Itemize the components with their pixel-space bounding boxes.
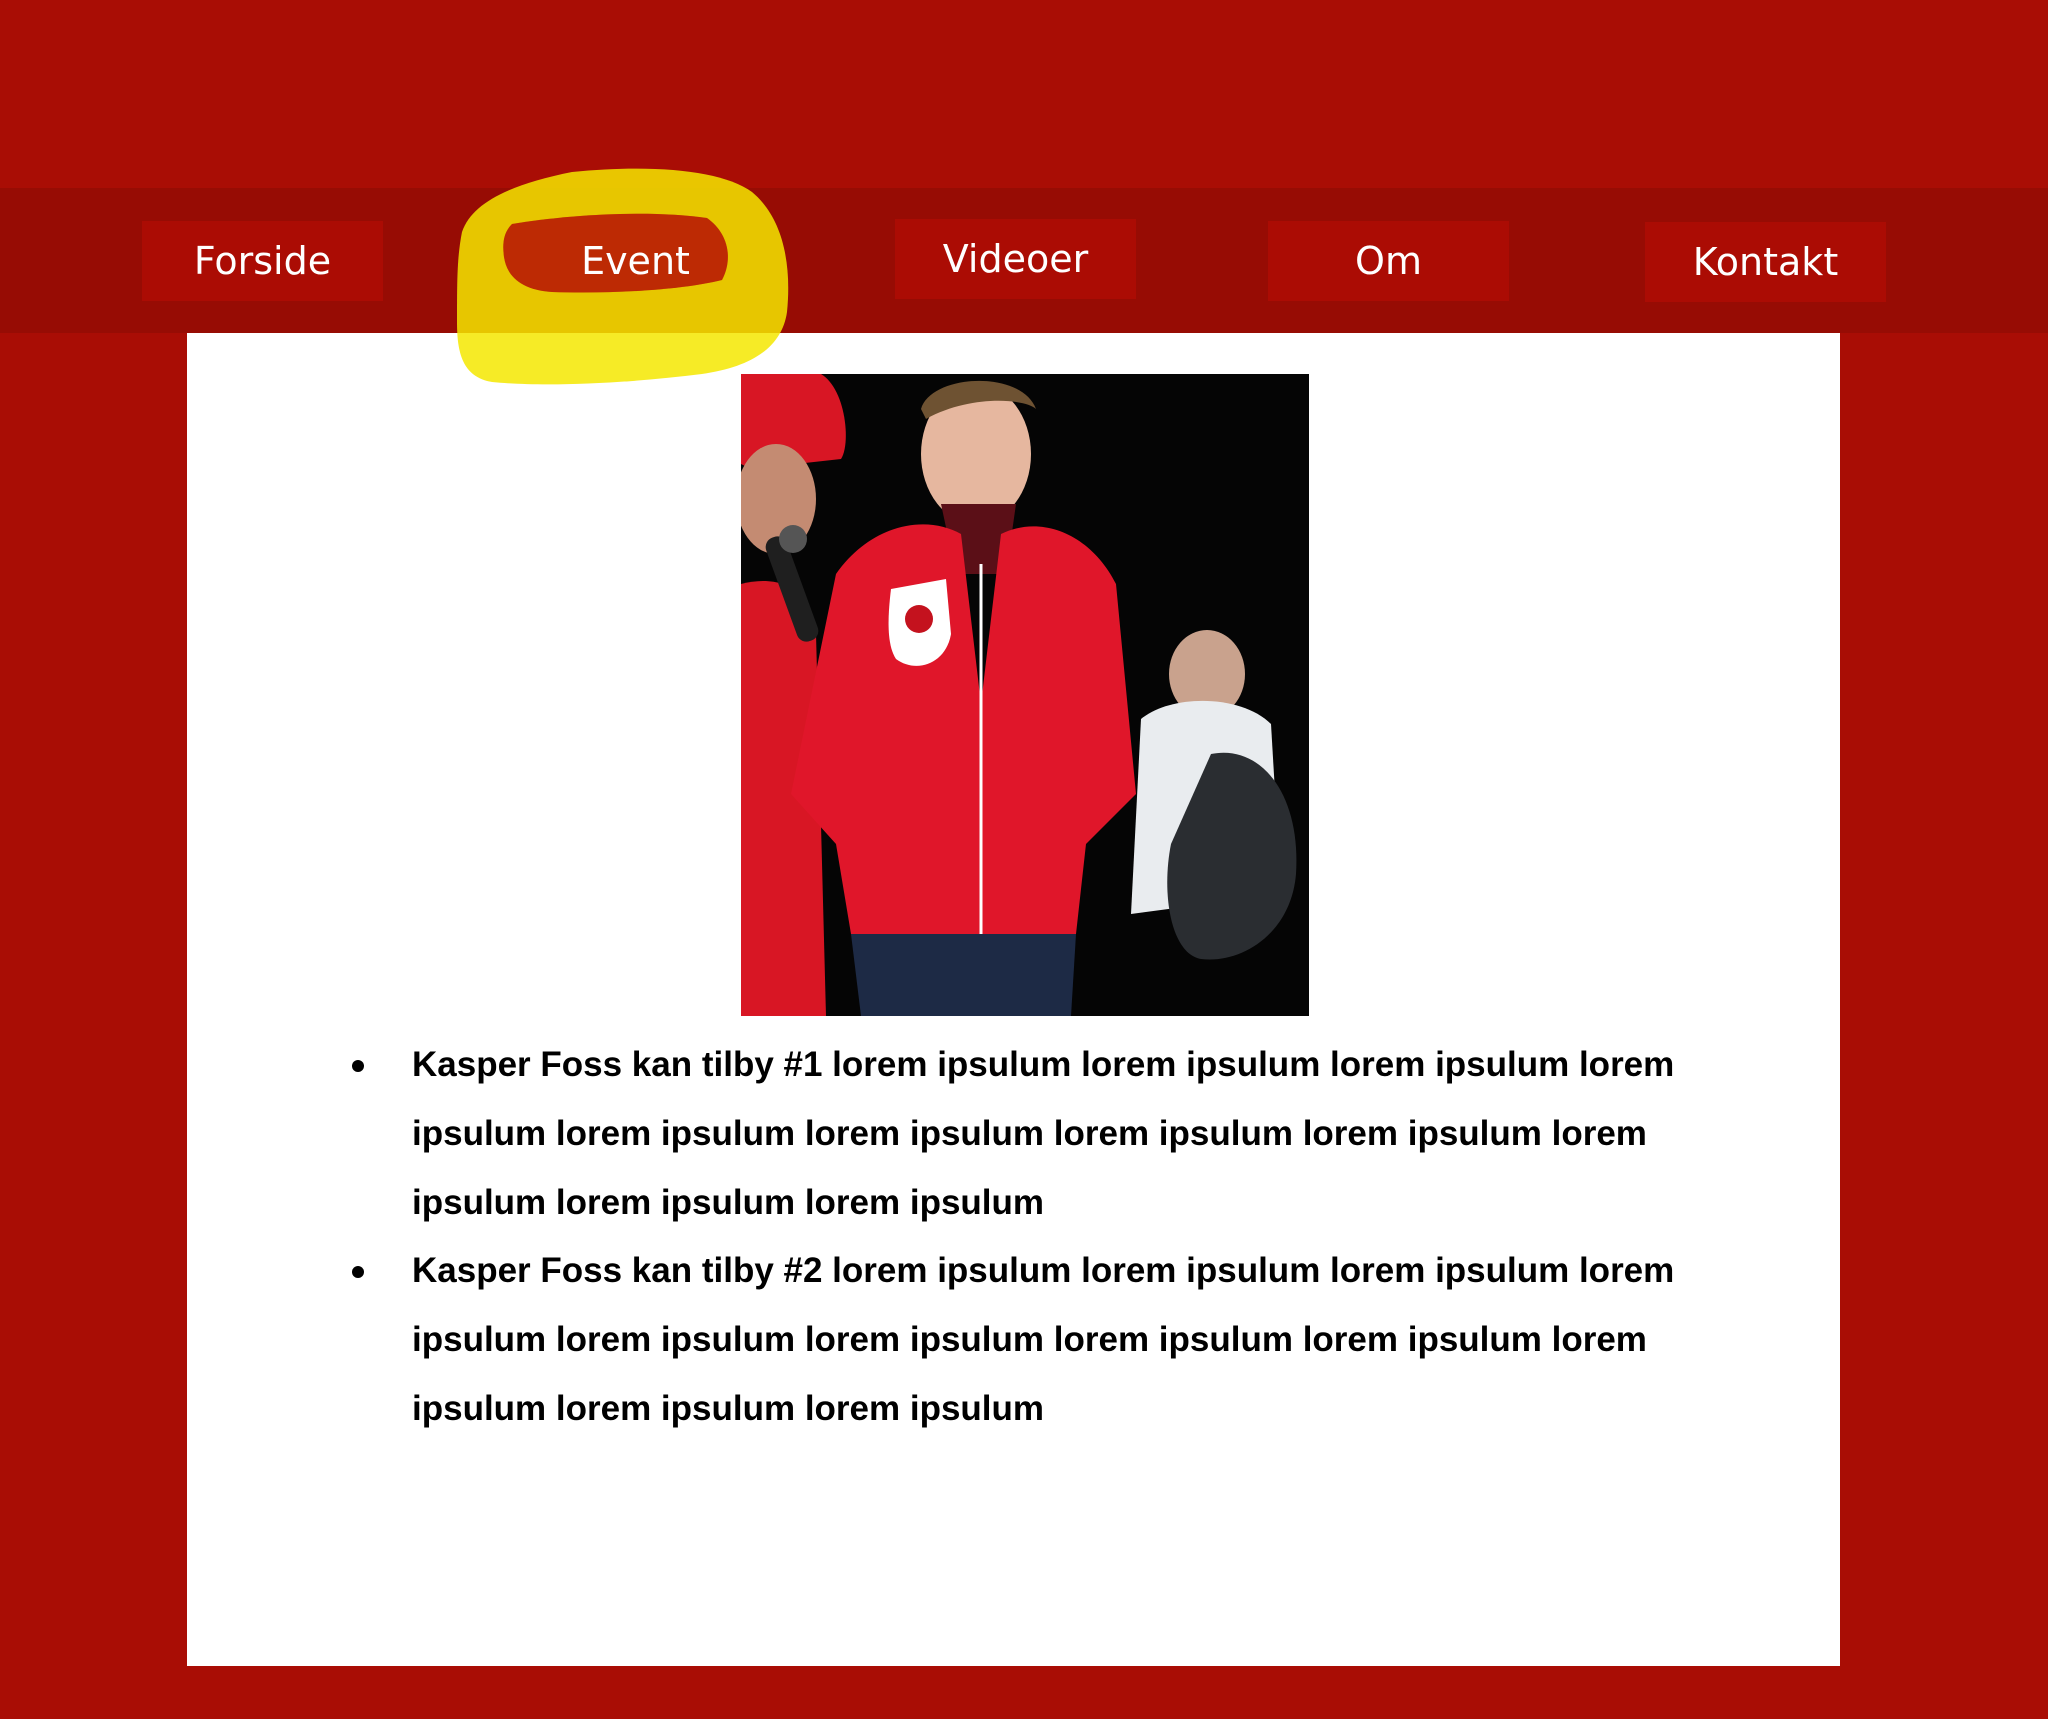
nav-item-forside[interactable]: Forside xyxy=(142,221,383,301)
bullet-icon xyxy=(352,1266,364,1278)
event-photo-image xyxy=(741,374,1309,1016)
nav-item-videoer[interactable]: Videoer xyxy=(895,219,1136,299)
list-item: Kasper Foss kan tilby #1 lorem ipsulum l… xyxy=(352,1030,1752,1237)
bullet-icon xyxy=(352,1060,364,1072)
nav-item-event[interactable]: Event xyxy=(515,221,756,301)
list-item-text: Kasper Foss kan tilby #1 lorem ipsulum l… xyxy=(412,1045,1675,1222)
header-band xyxy=(0,0,2048,188)
offer-list: Kasper Foss kan tilby #1 lorem ipsulum l… xyxy=(352,1030,1752,1442)
nav-item-om[interactable]: Om xyxy=(1268,221,1509,301)
nav-item-kontakt[interactable]: Kontakt xyxy=(1645,222,1886,302)
list-item-text: Kasper Foss kan tilby #2 lorem ipsulum l… xyxy=(412,1251,1675,1428)
photo-illustration xyxy=(741,374,1309,1016)
list-item: Kasper Foss kan tilby #2 lorem ipsulum l… xyxy=(352,1236,1752,1443)
